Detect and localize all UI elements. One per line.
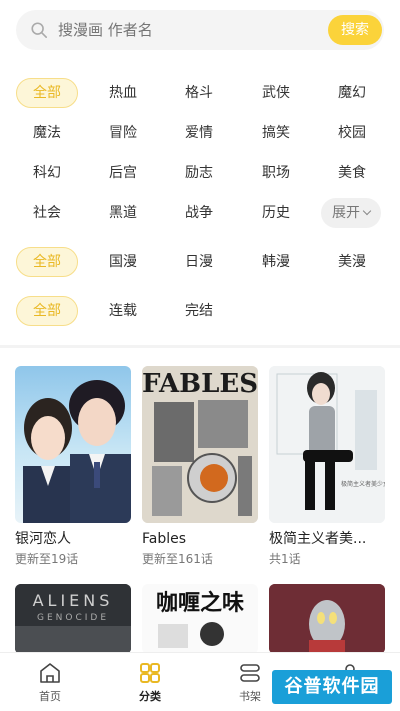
filter-genre-item[interactable]: 美食 <box>321 158 383 188</box>
filter-genre-item[interactable]: 励志 <box>168 158 230 188</box>
comic-card[interactable] <box>269 584 385 654</box>
filter-genre-item[interactable]: 后宫 <box>92 158 154 188</box>
chevron-down-icon <box>362 206 372 216</box>
filter-genre-item[interactable]: 科幻 <box>16 158 78 188</box>
comic-cover: 极简主义者美少女 <box>269 366 385 523</box>
filter-genre-all[interactable]: 全部 <box>16 78 78 108</box>
bookshelf-icon <box>240 664 260 682</box>
filter-genre-item[interactable]: 冒险 <box>92 118 154 148</box>
filter-genre-item[interactable]: 魔幻 <box>321 78 383 108</box>
filter-genre-item[interactable]: 格斗 <box>168 78 230 108</box>
expand-button[interactable]: 展开 <box>321 198 381 228</box>
filter-genre-item[interactable]: 武侠 <box>245 78 307 108</box>
tab-label: 首页 <box>39 690 61 703</box>
tab-home[interactable]: 首页 <box>10 653 90 711</box>
cover-caption: 极简主义者美少女 <box>341 480 385 488</box>
filter-genre-item[interactable]: 职场 <box>245 158 307 188</box>
search-icon <box>31 22 48 39</box>
comic-update-status: 更新至161话 <box>142 552 213 566</box>
tab-label: 分类 <box>139 690 161 703</box>
comic-title: 极简主义者美... <box>269 531 367 547</box>
filter-genre-item[interactable]: 战争 <box>168 198 230 228</box>
comic-update-status: 共1话 <box>269 552 301 566</box>
comic-cover <box>15 366 131 523</box>
filter-genre-item[interactable]: 黑道 <box>92 198 154 228</box>
filter-genre-item[interactable]: 魔法 <box>16 118 78 148</box>
home-icon <box>40 663 60 683</box>
comic-update-status: 更新至19话 <box>15 552 79 566</box>
curry-title: 咖喱之味 <box>156 590 244 616</box>
aliens-logo: ALIENS <box>33 591 114 610</box>
filter-genre-item[interactable]: 搞笑 <box>245 118 307 148</box>
comic-card[interactable]: 咖喱之味 <box>142 584 258 654</box>
fables-logo: FABLES <box>142 369 258 399</box>
search-bar[interactable]: 搜索 <box>16 10 384 50</box>
filter-genre-item[interactable]: 历史 <box>245 198 307 228</box>
comic-card[interactable]: 银河恋人 更新至19话 <box>15 366 131 567</box>
comic-title: Fables <box>142 531 187 547</box>
filter-region-item[interactable]: 日漫 <box>168 247 230 277</box>
filter-region-item[interactable]: 国漫 <box>92 247 154 277</box>
filter-status-all[interactable]: 全部 <box>16 296 78 326</box>
search-input[interactable] <box>58 10 318 50</box>
filter-status-item[interactable]: 完结 <box>168 296 230 326</box>
comic-card[interactable]: FABLES Fables 更新至161话 <box>142 366 258 567</box>
filter-region-all[interactable]: 全部 <box>16 247 78 277</box>
comic-card[interactable]: 极简主义者美少女 极简主义者美... 共1话 <box>269 366 385 567</box>
grid-icon <box>140 663 160 683</box>
aliens-subtitle: GENOCIDE <box>37 613 109 623</box>
filter-genre-item[interactable]: 爱情 <box>168 118 230 148</box>
filter-genre-item[interactable]: 校园 <box>321 118 383 148</box>
filter-region-item[interactable]: 美漫 <box>321 247 383 277</box>
filter-genre-item[interactable]: 热血 <box>92 78 154 108</box>
watermark-logo: 谷普软件园 <box>272 670 392 704</box>
filter-region-item[interactable]: 韩漫 <box>245 247 307 277</box>
tab-category[interactable]: 分类 <box>110 653 190 711</box>
section-divider <box>0 345 400 348</box>
comic-card[interactable]: ALIENS GENOCIDE <box>15 584 131 654</box>
filter-genre-item[interactable]: 社会 <box>16 198 78 228</box>
expand-label: 展开 <box>332 205 360 221</box>
comic-cover: FABLES <box>142 366 258 523</box>
filter-status-item[interactable]: 连载 <box>92 296 154 326</box>
comic-title: 银河恋人 <box>15 531 71 547</box>
search-button[interactable]: 搜索 <box>328 15 382 45</box>
